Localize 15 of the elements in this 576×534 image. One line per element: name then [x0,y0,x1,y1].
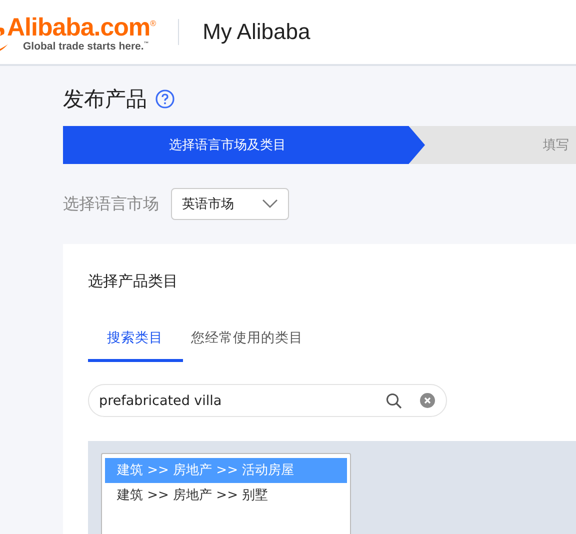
category-tab[interactable]: 搜索类目 [88,329,183,362]
market-dropdown[interactable]: 英语市场 [171,188,289,220]
header-title: My Alibaba [202,19,310,45]
search-icon[interactable] [386,392,402,408]
page-title: 发布产品 [63,86,147,113]
results-list[interactable]: 建筑 >> 房地产 >> 活动房屋 建筑 >> 房地产 >> 别墅 [101,453,351,534]
chevron-down-icon [262,199,278,209]
tagline: Global trade starts here.$^{™}$ [23,40,150,53]
category-option[interactable]: 建筑 >> 房地产 >> 别墅 [105,483,347,508]
clear-icon[interactable] [420,393,435,408]
card-title: 选择产品类目 [88,272,179,291]
category-tab[interactable]: 您经常使用的类目 [191,329,313,362]
market-label: 选择语言市场 [63,194,159,214]
help-icon[interactable] [155,89,175,109]
search-field[interactable]: prefabricated villa [88,384,447,417]
